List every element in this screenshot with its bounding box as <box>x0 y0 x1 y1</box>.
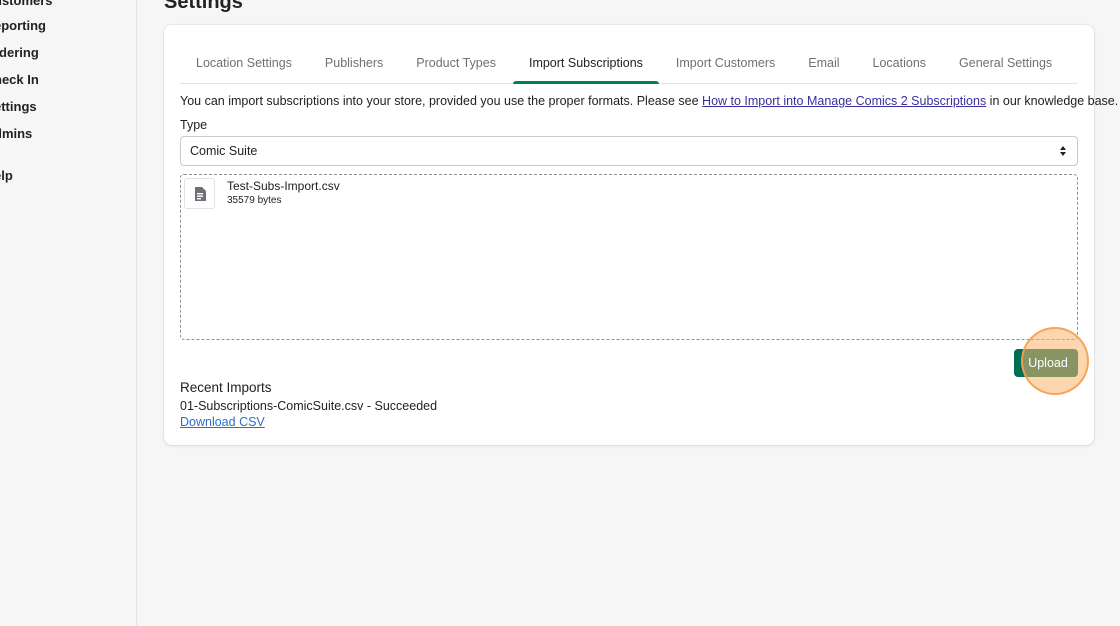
sidebar-item-customers[interactable]: ustomers <box>0 0 53 8</box>
knowledge-base-link[interactable]: How to Import into Manage Comics 2 Subsc… <box>702 94 986 108</box>
sidebar-item-reporting[interactable]: eporting <box>0 18 46 33</box>
page-title: Settings <box>164 0 243 13</box>
sidebar-item-help[interactable]: elp <box>0 168 13 183</box>
intro-text-after: in our knowledge base. <box>986 94 1119 108</box>
file-thumbnail <box>184 178 215 209</box>
download-csv-link[interactable]: Download CSV <box>180 415 265 429</box>
tab-import-subscriptions[interactable]: Import Subscriptions <box>512 47 659 84</box>
settings-card: Location Settings Publishers Product Typ… <box>164 25 1118 445</box>
type-select-value: Comic Suite <box>190 144 258 158</box>
intro-text-before: You can import subscriptions into your s… <box>180 94 703 108</box>
tab-product-types[interactable]: Product Types <box>400 47 512 83</box>
recent-imports-title: Recent Imports <box>180 380 272 395</box>
settings-tabs: Location Settings Publishers Product Typ… <box>180 47 1078 84</box>
upload-button[interactable] <box>1014 349 1078 377</box>
sidebar-item-settings[interactable]: ettings <box>0 99 37 114</box>
document-icon <box>195 187 206 201</box>
tab-location-settings[interactable]: Location Settings <box>180 47 308 83</box>
recent-import-item: 01-Subscriptions-ComicSuite.csv - Succee… <box>180 399 438 413</box>
sidebar: ustomers eporting rdering heck In etting… <box>0 0 137 626</box>
type-label: Type <box>180 118 208 132</box>
tab-publishers[interactable]: Publishers <box>309 47 399 83</box>
tab-locations[interactable]: Locations <box>857 47 943 83</box>
sidebar-item-check-in[interactable]: heck In <box>0 72 39 87</box>
file-dropzone[interactable]: Test-Subs-Import.csv 35579 bytes <box>180 174 1078 340</box>
type-select[interactable]: Comic Suite <box>180 136 1078 166</box>
upload-button-wrap <box>1014 349 1078 377</box>
tab-email[interactable]: Email <box>792 47 855 83</box>
sidebar-item-admins[interactable]: dmins <box>0 126 32 141</box>
tab-import-customers[interactable]: Import Customers <box>660 47 791 83</box>
sidebar-item-ordering[interactable]: rdering <box>0 45 39 60</box>
tab-general-settings[interactable]: General Settings <box>943 47 1068 83</box>
select-arrows-icon <box>1060 146 1066 156</box>
import-instructions: You can import subscriptions into your s… <box>180 94 1118 108</box>
file-name: Test-Subs-Import.csv <box>227 179 340 193</box>
file-size: 35579 bytes <box>227 195 282 206</box>
